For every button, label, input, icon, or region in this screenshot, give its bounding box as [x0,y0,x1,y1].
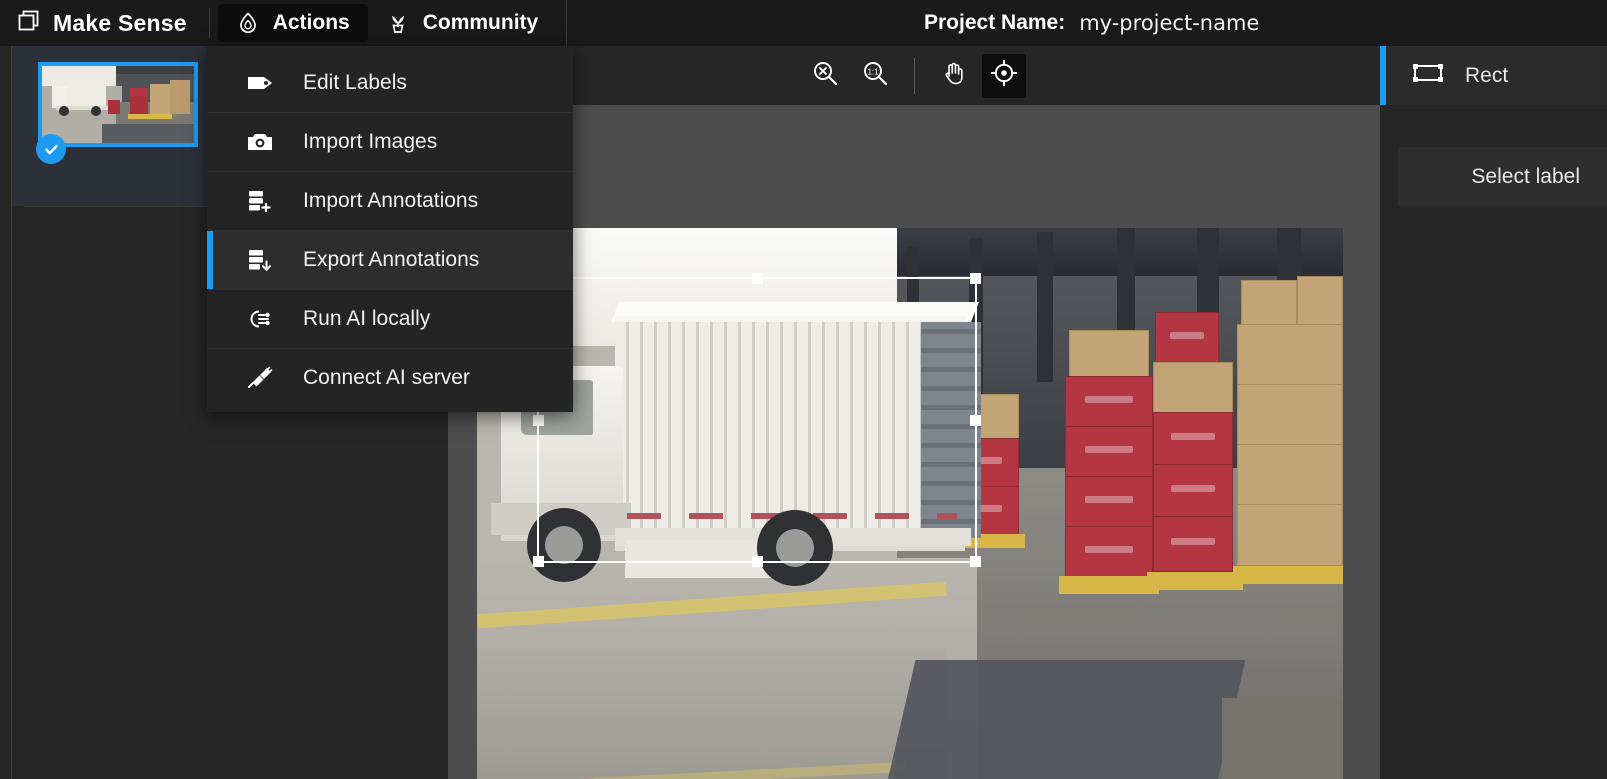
layers-icon [18,10,40,37]
resize-handle-middle-left[interactable] [533,415,544,426]
image-canvas[interactable] [448,105,1380,779]
photo-crate [1065,426,1153,478]
menu-label: Run AI locally [303,307,431,330]
photo-carton [1241,280,1297,326]
photo-pallet [1059,576,1159,594]
label-select-text: Select label [1471,164,1580,188]
photo-dock-edge [1222,698,1343,779]
nav-actions-label: Actions [272,11,350,34]
active-tool-accent-bar [1380,46,1386,105]
camera-icon [245,131,275,153]
menu-item-edit-labels[interactable]: Edit Labels [207,54,573,112]
database-down-icon [245,248,275,272]
photo-crate [1153,464,1233,518]
editor-toolbar: 1:1 [448,46,1380,105]
photo-carton [1153,362,1233,414]
top-navigation-bar: Make Sense Actions Community Project Nam… [0,0,1607,46]
tag-icon [245,73,275,93]
make-sense-app: Make Sense Actions Community Project Nam… [0,0,1607,779]
annotated-image[interactable] [477,228,1343,779]
rectangle-icon [1413,62,1443,89]
photo-carton [1237,384,1343,446]
thumbnail-image [42,66,194,143]
brand-logo[interactable]: Make Sense [0,0,209,46]
nav-button-group: Actions Community [210,0,557,46]
photo-crate [1153,516,1233,572]
photo-crate [1155,312,1219,364]
photo-wet-ground [477,648,947,779]
photo-pallet [1233,566,1343,584]
plant-icon [386,11,410,35]
active-tool-header[interactable]: Rect [1380,46,1607,105]
resize-handle-bottom-right[interactable] [970,556,981,567]
svg-text:1:1: 1:1 [867,68,879,77]
nav-community-button[interactable]: Community [368,4,557,42]
chip-icon [245,307,275,331]
zoom-1to1-icon: 1:1 [861,59,889,92]
menu-item-export-annotations[interactable]: Export Annotations [207,231,573,289]
nav-community-label: Community [422,11,539,34]
menu-item-run-ai-locally[interactable]: Run AI locally [207,290,573,348]
photo-carton [1237,324,1343,386]
fit-target-icon [990,59,1018,92]
nav-divider-2 [566,0,568,46]
menu-top-padding [207,46,573,54]
database-plus-icon [245,189,275,213]
menu-label: Import Images [303,130,438,153]
menu-label: Edit Labels [303,71,407,94]
labels-panel: Rect Select label CSDN·@wqmpointy027 Poi… [1380,46,1607,779]
photo-carton [1237,444,1343,506]
resize-handle-top-right[interactable] [970,273,981,284]
photo-crate [1065,376,1153,428]
menu-label: Export Annotations [303,248,480,271]
brand-label: Make Sense [53,9,187,36]
active-tool-label: Rect [1465,63,1509,87]
photo-carton [1237,504,1343,566]
photo-carton [1297,276,1343,326]
photo-crate [1153,412,1233,466]
photo-crate [1065,476,1153,528]
project-name-area: Project Name: my-project-name [924,0,1259,46]
flame-icon [236,11,260,35]
photo-carton [1069,330,1149,378]
zoom-out-icon [811,59,839,92]
menu-label: Connect AI server [303,366,470,389]
photo-rack [1037,232,1053,382]
pan-hand-icon [940,59,968,92]
resize-handle-bottom-left[interactable] [533,556,544,567]
zoom-one-to-one-button[interactable]: 1:1 [853,54,897,98]
resize-handle-top-center[interactable] [752,273,763,284]
menu-label: Import Annotations [303,189,479,212]
photo-crate [1065,526,1153,578]
project-name-label: Project Name: [924,11,1066,34]
photo-dock-mat [878,660,1246,779]
resize-handle-bottom-center[interactable] [752,556,763,567]
fit-to-screen-button[interactable] [981,53,1026,98]
actions-dropdown-menu: Edit Labels Import Images Import Annotat… [207,46,573,412]
menu-item-import-images[interactable]: Import Images [207,113,573,171]
label-select-dropdown[interactable]: Select label [1398,147,1607,206]
plug-icon [245,366,275,390]
toolbar-divider [913,57,915,94]
photo-pallet [1147,572,1243,590]
thumbnail-checked-badge [36,134,66,164]
project-name-value[interactable]: my-project-name [1079,11,1259,35]
resize-handle-middle-right[interactable] [970,415,981,426]
pan-button[interactable] [932,54,976,98]
truck-warehouse-thumbnail[interactable] [38,62,198,147]
menu-item-import-annotations[interactable]: Import Annotations [207,172,573,230]
menu-item-connect-ai-server[interactable]: Connect AI server [207,349,573,407]
nav-actions-button[interactable]: Actions [217,4,368,42]
annotation-rect[interactable] [533,273,981,567]
zoom-out-button[interactable] [803,54,847,98]
